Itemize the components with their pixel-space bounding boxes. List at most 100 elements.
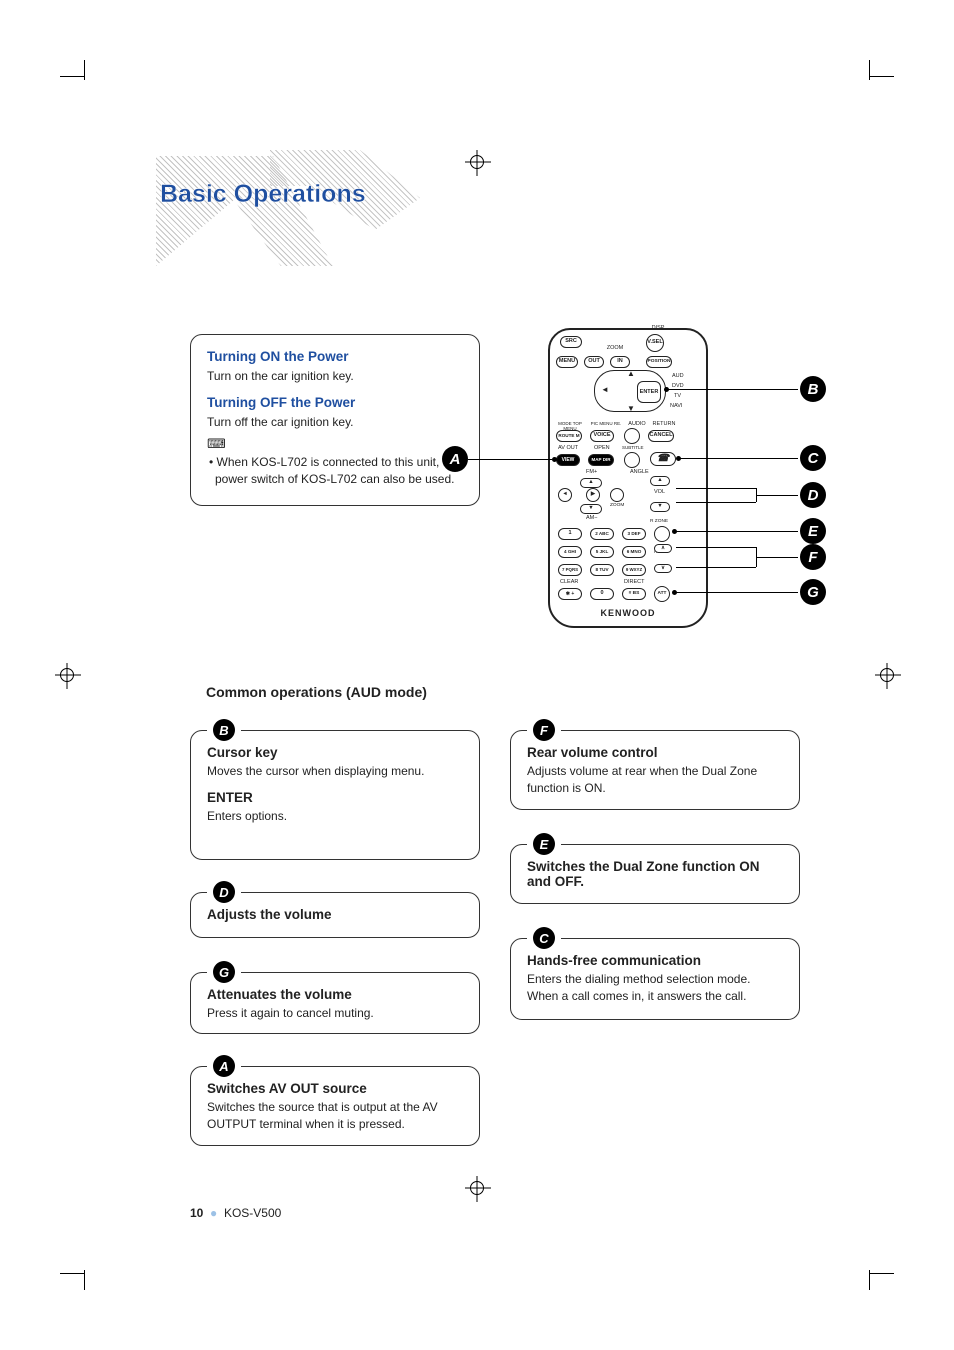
box-f: F Rear volume control Adjusts volume at … xyxy=(510,730,800,810)
box-e: E Switches the Dual Zone function ON and… xyxy=(510,844,800,904)
registration-mark-right xyxy=(880,668,894,682)
lbl-zoom: ZOOM xyxy=(602,346,628,352)
handsfree-t1: Enters the dialing method selection mode… xyxy=(527,971,783,988)
lbl-return: RETURN xyxy=(652,422,676,428)
lbl-rzone: R ZONE xyxy=(650,520,668,525)
lbl-fm: FM+ xyxy=(586,470,597,476)
cursor-text: Moves the cursor when displaying menu. xyxy=(207,763,463,780)
key-1: 1 xyxy=(558,528,582,540)
power-on-text: Turn on the car ignition key. xyxy=(207,368,463,385)
btn-cancel: CANCEL xyxy=(648,430,674,442)
vol-heading: Adjusts the volume xyxy=(207,907,463,922)
page-content: Basic Operations Turning ON the Power Tu… xyxy=(90,80,864,1270)
btn-playpause: ▶ xyxy=(586,488,600,502)
badge-f: F xyxy=(533,719,555,741)
cursor-heading: Cursor key xyxy=(207,745,463,760)
btn-fm: ▲ xyxy=(580,478,602,488)
avout-text: Switches the source that is output at th… xyxy=(207,1099,463,1134)
lbl-picmenu: PIC MENU RE. xyxy=(590,422,622,427)
att-heading: Attenuates the volume xyxy=(207,987,463,1002)
power-note: • When KOS-L702 is connected to this uni… xyxy=(207,454,463,489)
btn-left: ◄ xyxy=(558,488,572,502)
btn-rvoldn: ∨ xyxy=(654,564,672,573)
power-off-heading: Turning OFF the Power xyxy=(207,395,463,410)
power-on-heading: Turning ON the Power xyxy=(207,349,463,364)
lbl-angle: ANGLE xyxy=(630,470,649,476)
callout-A: A xyxy=(442,446,468,472)
callout-B: B xyxy=(800,376,826,402)
key-2: 2 ABC xyxy=(590,528,614,540)
lbl-tv: TV xyxy=(674,394,681,400)
callout-C: C xyxy=(800,445,826,471)
badge-e: E xyxy=(533,833,555,855)
lbl-aud: AUD xyxy=(672,374,684,380)
btn-view: VIEW xyxy=(556,454,580,466)
key-8: 8 TUV xyxy=(590,564,614,576)
lbl-am: AM− xyxy=(586,516,597,522)
box-power: Turning ON the Power Turn on the car ign… xyxy=(190,334,480,506)
remote-brand: KENWOOD xyxy=(550,608,706,618)
btn-position: POSITION xyxy=(646,356,672,368)
remote-outline: SRC DISP V.SEL ZOOM MENU OUT IN POSITION… xyxy=(548,328,708,628)
btn-vsel: V.SEL xyxy=(646,334,664,352)
enter-text: Enters options. xyxy=(207,808,463,825)
lbl-avout: AV OUT xyxy=(558,446,578,452)
handsfree-t2: When a call comes in, it answers the cal… xyxy=(527,988,783,1005)
lbl-clear: CLEAR xyxy=(560,580,578,586)
key-7: 7 PQRS xyxy=(558,564,582,576)
box-c: C Hands-free communication Enters the di… xyxy=(510,938,800,1020)
att-text: Press it again to cancel muting. xyxy=(207,1005,463,1022)
btn-src: SRC xyxy=(560,336,582,348)
avout-heading: Switches AV OUT source xyxy=(207,1081,463,1096)
page-title: Basic Operations xyxy=(160,180,366,209)
lbl-audio: AUDIO xyxy=(626,422,648,428)
page-title-wrap: Basic Operations xyxy=(160,180,366,209)
callout-D: D xyxy=(800,482,826,508)
btn-voice: VOICE xyxy=(590,430,614,442)
callout-G: G xyxy=(800,579,826,605)
page-footer: 10 ● KOS-V500 xyxy=(190,1206,281,1220)
btn-in: IN xyxy=(610,356,630,368)
btn-rvolup: ∧ xyxy=(654,544,672,553)
remote-diagram: SRC DISP V.SEL ZOOM MENU OUT IN POSITION… xyxy=(518,328,818,638)
btn-menu: MENU xyxy=(556,356,578,368)
footer-model: KOS-V500 xyxy=(224,1206,281,1220)
lbl-zoom2: ZOOM xyxy=(610,504,624,509)
badge-g: G xyxy=(213,961,235,983)
callout-E: E xyxy=(800,518,826,544)
badge-c: C xyxy=(533,927,555,949)
btn-phone: ☎ xyxy=(650,452,676,466)
lbl-open: OPEN xyxy=(594,446,610,452)
btn-subtitle xyxy=(624,452,640,468)
box-a: A Switches AV OUT source Switches the so… xyxy=(190,1066,480,1146)
box-d: D Adjusts the volume xyxy=(190,892,480,938)
registration-mark-left xyxy=(60,668,74,682)
callout-F: F xyxy=(800,544,826,570)
key-5: 5 JKL xyxy=(590,546,614,558)
lbl-subtitle: SUBTITLE xyxy=(622,446,644,451)
key-star: ✱ + xyxy=(558,588,582,600)
btn-mapdir: MAP DIR xyxy=(588,454,614,466)
btn-rzone xyxy=(654,526,670,542)
key-4: 4 GHI xyxy=(558,546,582,558)
handsfree-heading: Hands-free communication xyxy=(527,953,783,968)
badge-a: A xyxy=(213,1055,235,1077)
btn-out: OUT xyxy=(584,356,604,368)
btn-voldn: ▼ xyxy=(650,502,670,512)
btn-routem: ROUTE M xyxy=(556,430,582,442)
key-9: 9 WXYZ xyxy=(622,564,646,576)
lbl-navi: NAVI xyxy=(670,404,682,410)
badge-d: D xyxy=(213,881,235,903)
power-off-text: Turn off the car ignition key. xyxy=(207,414,463,431)
note-icon: ⌨ xyxy=(207,436,463,452)
key-3: 3 DEF xyxy=(622,528,646,540)
key-0: 0 xyxy=(590,588,614,600)
rearvol-heading: Rear volume control xyxy=(527,745,783,760)
btn-right xyxy=(610,488,624,502)
btn-am: ▼ xyxy=(580,504,602,514)
box-b: B Cursor key Moves the cursor when displ… xyxy=(190,730,480,860)
key-6: 6 MNO xyxy=(622,546,646,558)
lbl-disp: DISP xyxy=(646,326,670,332)
lbl-direct: DIRECT xyxy=(624,580,644,586)
page-number: 10 xyxy=(190,1206,203,1220)
